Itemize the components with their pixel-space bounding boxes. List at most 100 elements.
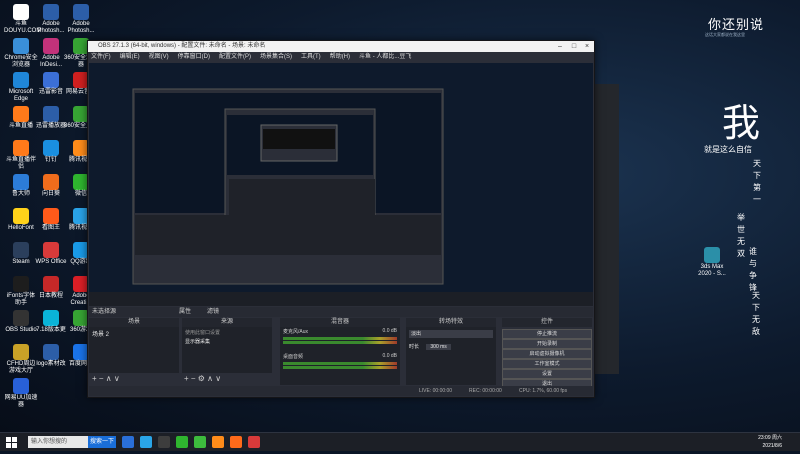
desktop-icon-label: 7.18版本更: [36, 327, 66, 333]
desktop-icon[interactable]: CFHD周边游戏大厅: [4, 344, 38, 375]
app-icon: [13, 378, 29, 394]
desktop-icon[interactable]: 鲁大师: [4, 174, 38, 198]
source-item-1[interactable]: 使用此窗口设置: [182, 327, 272, 338]
stop-streaming-button[interactable]: 停止推流: [502, 329, 592, 339]
desktop-icon[interactable]: Adobe Photosh...: [34, 4, 68, 35]
app-icon: [43, 344, 59, 360]
desktop-icon-label: OBS Studio: [5, 327, 37, 333]
desktop-icon[interactable]: 向日葵: [34, 174, 68, 198]
desktop-icon[interactable]: 迅雷播放器: [34, 106, 68, 130]
menu-item[interactable]: 文件(F): [91, 54, 111, 60]
obs-menubar: 文件(F) 编辑(E) 视图(V) 停靠窗口(D) 配置文件(P) 场景集合(S) 工具(T…: [88, 52, 594, 62]
3dsmax-desktop-icon[interactable]: 3ds Max 2020 - S...: [695, 247, 729, 278]
poem-column-1: 天下第一: [753, 159, 761, 204]
taskbar-search-button[interactable]: 搜索一下: [88, 436, 116, 448]
desktop-icon[interactable]: HelloFont: [4, 208, 38, 232]
virtual-camera-button[interactable]: 启动虚拟摄像机: [502, 349, 592, 359]
desktop-icon[interactable]: iFonts字体助手: [4, 276, 38, 307]
scene-item[interactable]: 场景 2: [89, 327, 179, 340]
menu-item[interactable]: 场景集合(S): [260, 54, 292, 60]
taskbar-time: 23:09 周六: [758, 435, 782, 441]
app-icon: [13, 276, 29, 292]
menu-item[interactable]: 停靠窗口(D): [178, 54, 210, 60]
scenes-list[interactable]: 场景 2: [89, 327, 179, 373]
menu-item[interactable]: 帮助(H): [330, 54, 350, 60]
poem-column-3: 谁与争锋: [749, 247, 757, 292]
menu-item[interactable]: 斗鱼 - 人都比...豆飞: [359, 54, 411, 60]
obs-title: OBS 27.1.3 (64-bit, windows) - 配置文件: 未命名…: [98, 43, 266, 49]
desktop-icon-label: logo素材改: [36, 361, 66, 367]
mixer-meter-1b: [283, 341, 397, 344]
menu-item[interactable]: 视图(V): [149, 54, 169, 60]
poem-column-2: 举世无双: [737, 213, 745, 258]
taskbar-app-icon[interactable]: [194, 436, 206, 448]
desktop-icon[interactable]: Chrome安全浏览器: [4, 38, 38, 69]
obs-preview[interactable]: [89, 63, 593, 306]
desktop-icon-label: 日本教程: [38, 293, 63, 299]
desktop-icon[interactable]: WPS Office: [34, 242, 68, 266]
desktop-icon[interactable]: Adobe Photosh...: [64, 4, 98, 35]
mixer-channel-1-name: 麦克风/Aux: [283, 329, 309, 335]
mixer-dock-header: 混音器: [280, 318, 400, 327]
desktop-icon[interactable]: OBS Studio: [4, 310, 38, 334]
live-status: LIVE: 00:00:00: [419, 388, 453, 394]
source-item-2[interactable]: 显示器采集: [182, 338, 272, 345]
sources-list[interactable]: 使用此窗口设置 显示器采集: [182, 327, 272, 373]
desktop-icon[interactable]: 7.18版本更: [34, 310, 68, 334]
taskbar-app-icon[interactable]: [248, 436, 260, 448]
desktop-icon-label: 网易UU加速器: [4, 395, 38, 408]
taskbar-date: 2021/8/6: [762, 443, 782, 449]
sources-toolbar[interactable]: + − ⚙ ∧ ∨: [184, 374, 221, 384]
windows-start-icon[interactable]: [6, 436, 18, 448]
minimize-icon[interactable]: –: [554, 41, 566, 52]
studio-mode-button[interactable]: 工作室模式: [502, 359, 592, 369]
start-recording-button[interactable]: 开始录制: [502, 339, 592, 349]
filters-button[interactable]: 滤镜: [207, 307, 219, 317]
app-icon: [43, 208, 59, 224]
mixer-panel: 麦克风/Aux 0.0 dB 桌面音频 0.0 dB: [280, 327, 400, 385]
settings-button[interactable]: 设置: [502, 369, 592, 379]
app-icon: [73, 4, 89, 20]
desktop-icon[interactable]: 钉钉: [34, 140, 68, 164]
duration-input[interactable]: 300 ms: [426, 344, 451, 350]
transition-select[interactable]: 淡出: [409, 330, 493, 338]
app-icon: [43, 242, 59, 258]
desktop-icon[interactable]: 迅雷影音: [34, 72, 68, 96]
poem-subtitle: 这话大家都说在我这里: [705, 32, 745, 37]
mixer-meter-2: [283, 362, 397, 365]
desktop-icon[interactable]: 日本教程: [34, 276, 68, 300]
obs-titlebar[interactable]: OBS 27.1.3 (64-bit, windows) - 配置文件: 未命名…: [88, 41, 594, 52]
taskbar-app-icon[interactable]: [140, 436, 152, 448]
desktop-icon-label: 钉钉: [44, 157, 57, 163]
app-icon: [13, 242, 29, 258]
desktop-icon[interactable]: logo素材改: [34, 344, 68, 368]
desktop-icon[interactable]: Steam: [4, 242, 38, 266]
mixer-channel-2-name: 桌面音频: [283, 354, 304, 360]
desktop-icon[interactable]: 斗鱼直播: [4, 106, 38, 130]
maximize-icon[interactable]: □: [568, 41, 580, 52]
desktop-icon[interactable]: 斗鱼 DOUYU.COM: [4, 4, 41, 35]
desktop-icon[interactable]: 斗鱼直播伴侣: [4, 140, 38, 171]
desktop-icon[interactable]: 看图王: [34, 208, 68, 232]
3dsmax-icon: [704, 247, 720, 263]
no-source-text: 未选择源: [92, 309, 117, 315]
menu-item[interactable]: 配置文件(P): [219, 54, 251, 60]
desktop-icon-label: Adobe InDesi...: [39, 55, 62, 68]
app-icon: [13, 174, 29, 190]
taskbar-clock[interactable]: 23:09 周六 2021/8/6: [758, 434, 782, 450]
menu-item[interactable]: 工具(T): [301, 54, 321, 60]
desktop-icon[interactable]: Microsoft Edge: [4, 72, 38, 103]
scenes-toolbar[interactable]: + − ∧ ∨: [92, 374, 120, 384]
taskbar-app-icon[interactable]: [122, 436, 134, 448]
properties-button[interactable]: 属性: [179, 307, 191, 317]
taskbar-app-icon[interactable]: [230, 436, 242, 448]
desktop-icon[interactable]: 网易UU加速器: [4, 378, 38, 409]
close-icon[interactable]: ×: [581, 41, 593, 52]
app-icon: [43, 276, 59, 292]
menu-item[interactable]: 编辑(E): [120, 54, 140, 60]
taskbar-app-icon[interactable]: [158, 436, 170, 448]
desktop-icon[interactable]: Adobe InDesi...: [34, 38, 68, 69]
poem-line: 就是这么自信: [704, 145, 752, 154]
taskbar-app-icon[interactable]: [212, 436, 224, 448]
taskbar-app-icon[interactable]: [176, 436, 188, 448]
